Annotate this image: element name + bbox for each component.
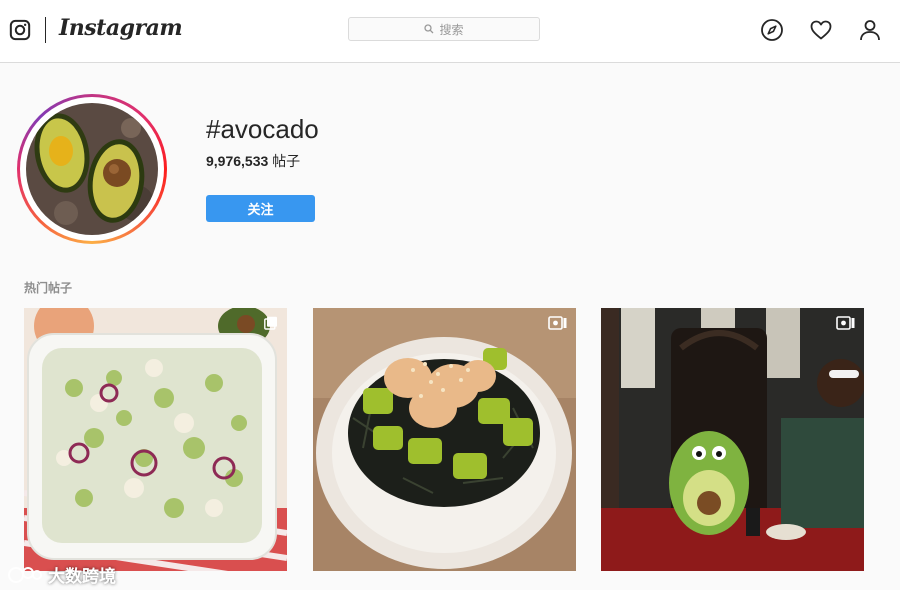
watermark: 大数跨境 [8,562,116,587]
post-tile[interactable] [24,308,287,571]
post-count-value: 9,976,533 [206,153,269,169]
watermark-logo-icon [8,566,42,583]
compass-icon[interactable] [760,18,784,42]
search-icon [424,24,434,34]
avocado-salad-image [24,308,287,571]
video-icon [548,316,567,330]
watermark-text: 大数跨境 [48,567,116,586]
top-posts-heading: 热门帖子 [24,281,73,295]
post-tile[interactable] [601,308,864,571]
instagram-camera-icon[interactable] [9,19,31,41]
search-input[interactable]: 搜索 [348,17,540,41]
avocado-shrimp-bowl-image [313,308,576,571]
profile-icon[interactable] [858,18,882,42]
video-icon [836,316,855,330]
avocado-character-video-image [601,308,864,571]
post-count-label: 帖子 [272,153,301,169]
post-tile[interactable] [313,308,576,571]
search-placeholder: 搜索 [439,22,464,37]
heart-icon[interactable] [809,18,833,42]
multiple-posts-icon [264,316,277,330]
post-count: 9,976,533 帖子 [206,151,300,171]
logo-divider [45,17,46,43]
avocado-avatar-image [26,103,158,235]
follow-button[interactable]: 关注 [206,195,315,222]
hashtag-title: #avocado [206,114,319,144]
hashtag-avatar [17,94,167,244]
instagram-wordmark[interactable]: Instagram [59,15,183,41]
top-nav: Instagram 搜索 [0,0,900,63]
